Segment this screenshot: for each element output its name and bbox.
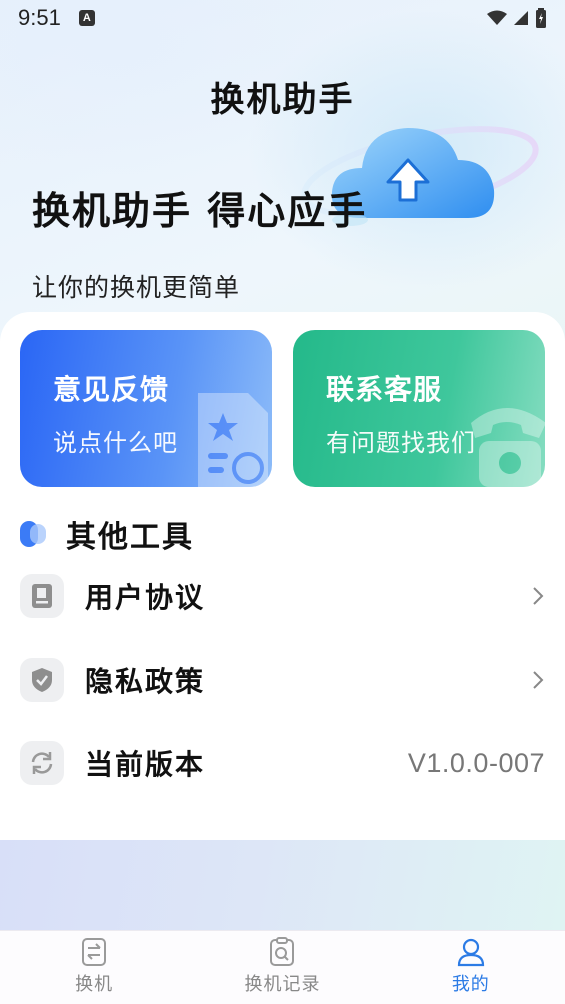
row-label: 隐私政策 [85, 665, 206, 698]
feedback-card-title: 意见反馈 [53, 373, 170, 406]
feedback-card-subtitle: 说点什么吧 [53, 429, 178, 457]
tab-label: 我的 [451, 974, 490, 995]
record-search-icon [270, 937, 295, 966]
shield-check-icon [20, 658, 64, 702]
privacy-policy-row[interactable]: 隐私政策 [20, 650, 545, 710]
row-label: 当前版本 [85, 748, 206, 781]
tab-label: 换机记录 [244, 974, 321, 995]
tab-switch-phone[interactable]: 换机 [0, 931, 188, 1004]
hero-subtitle: 让你的换机更简单 [32, 273, 241, 302]
tab-label: 换机 [75, 974, 114, 995]
customer-service-card[interactable]: 联系客服 有问题找我们 [293, 330, 545, 487]
status-indicators [487, 8, 547, 28]
notification-icon: A [78, 10, 95, 26]
feedback-card[interactable]: 意见反馈 说点什么吧 [20, 330, 272, 487]
service-card-subtitle: 有问题找我们 [326, 429, 476, 457]
user-agreement-row[interactable]: 用户协议 [20, 566, 545, 626]
wifi-icon [487, 10, 507, 25]
refresh-icon [20, 741, 64, 785]
hero-title: 换机助手 得心应手 [32, 189, 368, 233]
section-title: 其他工具 [66, 520, 194, 555]
feedback-document-icon [198, 393, 268, 487]
bottom-gradient [0, 840, 565, 930]
tab-switch-records[interactable]: 换机记录 [188, 931, 376, 1004]
chevron-right-icon [533, 587, 544, 605]
user-icon [457, 938, 484, 967]
current-version-row: 当前版本 V1.0.0-007 [20, 733, 545, 793]
status-time: 9:51 [18, 5, 61, 30]
battery-icon [536, 8, 546, 28]
signal-icon [514, 11, 528, 25]
other-tools-header: 其他工具 [20, 512, 194, 556]
section-marker-icon [20, 521, 48, 547]
service-card-title: 联系客服 [326, 373, 443, 406]
chevron-right-icon [533, 671, 544, 689]
bottom-tab-bar: 换机 换机记录 我的 [0, 930, 565, 1004]
status-bar: 9:51 A [0, 0, 565, 36]
telephone-icon [471, 408, 545, 487]
document-icon [20, 574, 64, 618]
row-label: 用户协议 [85, 581, 206, 614]
switch-phone-icon [82, 938, 107, 966]
tab-mine[interactable]: 我的 [377, 931, 565, 1004]
version-value: V1.0.0-007 [407, 747, 545, 778]
